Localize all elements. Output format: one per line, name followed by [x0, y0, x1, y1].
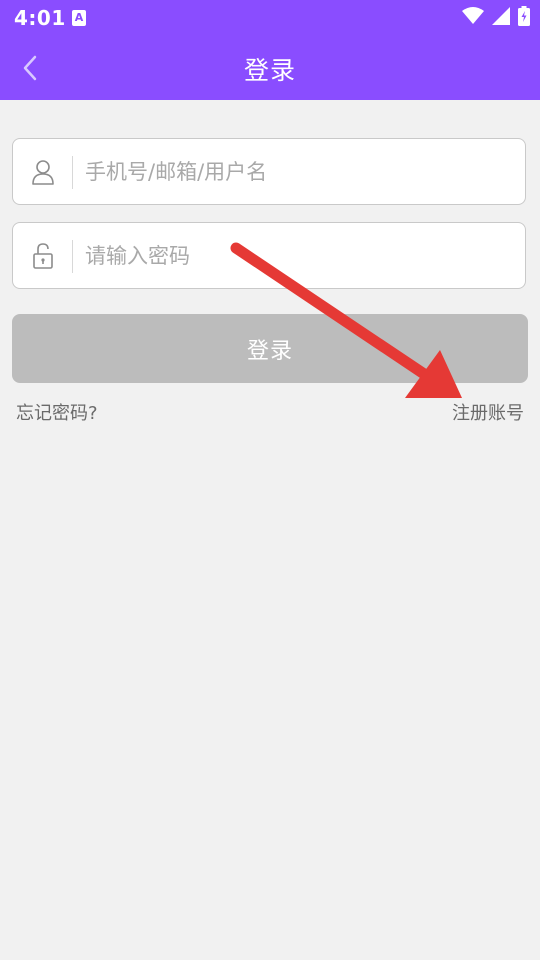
page-title: 登录 [243, 56, 296, 85]
a-text-icon: A [72, 10, 86, 26]
status-time: 4:01 [14, 6, 66, 30]
field-divider [72, 156, 73, 189]
field-divider [72, 240, 73, 273]
status-icons [462, 6, 530, 26]
username-input[interactable] [85, 151, 505, 193]
app-header: 登录 [0, 36, 540, 100]
forgot-password-link[interactable]: 忘记密码? [16, 399, 98, 425]
status-bar: 4:01 A [0, 0, 540, 36]
lock-open-icon [33, 243, 53, 269]
battery-charging-icon [518, 6, 530, 26]
password-field[interactable] [12, 222, 526, 289]
password-input[interactable] [85, 235, 505, 277]
wifi-icon [462, 7, 484, 24]
login-button[interactable]: 登录 [12, 314, 528, 383]
user-icon [32, 160, 54, 185]
username-field[interactable] [12, 138, 526, 205]
signal-icon [492, 7, 510, 25]
register-link[interactable]: 注册账号 [452, 399, 524, 425]
